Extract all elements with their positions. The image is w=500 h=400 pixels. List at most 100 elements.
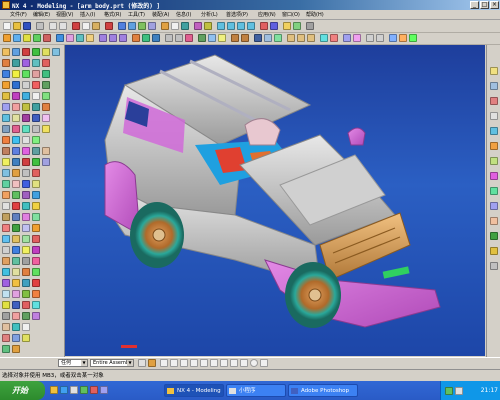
show-icon[interactable] bbox=[376, 34, 384, 42]
tool-icon[interactable] bbox=[42, 70, 50, 78]
tool-icon[interactable] bbox=[32, 92, 40, 100]
menu-preferences[interactable]: 首选项(P) bbox=[226, 11, 248, 18]
tool-icon[interactable] bbox=[12, 202, 20, 210]
trim-icon[interactable] bbox=[132, 34, 140, 42]
tool-icon[interactable] bbox=[22, 114, 30, 122]
hole-icon[interactable] bbox=[56, 34, 64, 42]
tool-icon[interactable] bbox=[12, 114, 20, 122]
tool-icon[interactable] bbox=[2, 81, 10, 89]
tool-icon[interactable] bbox=[22, 136, 30, 144]
redo-icon[interactable] bbox=[59, 22, 67, 30]
palette-tab-icon[interactable] bbox=[490, 247, 498, 255]
tool-icon[interactable] bbox=[32, 180, 40, 188]
tool-icon[interactable] bbox=[2, 103, 10, 111]
tool-icon[interactable] bbox=[22, 301, 30, 309]
tool-icon[interactable] bbox=[12, 213, 20, 221]
hd3d-tab-icon[interactable] bbox=[490, 112, 498, 120]
tool-icon[interactable] bbox=[12, 312, 20, 320]
analysis-icon[interactable] bbox=[320, 34, 328, 42]
unite-icon[interactable] bbox=[99, 34, 107, 42]
menu-application[interactable]: 应用(N) bbox=[258, 11, 276, 18]
view-right-icon[interactable] bbox=[237, 22, 245, 30]
fit-view-icon[interactable] bbox=[118, 22, 126, 30]
maximize-button[interactable]: □ bbox=[480, 1, 489, 9]
tool-icon[interactable] bbox=[12, 92, 20, 100]
color-icon[interactable] bbox=[194, 22, 202, 30]
tool-icon[interactable] bbox=[22, 235, 30, 243]
scope-select[interactable]: Entire Assembl ▼ bbox=[90, 359, 134, 367]
part-navigator-tab-icon[interactable] bbox=[490, 82, 498, 90]
tool-icon[interactable] bbox=[2, 125, 10, 133]
quick-launch-icon[interactable] bbox=[50, 386, 58, 394]
tool-icon[interactable] bbox=[22, 147, 30, 155]
tool-icon[interactable] bbox=[32, 312, 40, 320]
menu-format[interactable]: 格式(R) bbox=[104, 11, 121, 18]
tool-icon[interactable] bbox=[22, 246, 30, 254]
tool-icon[interactable] bbox=[22, 81, 30, 89]
mid-point-icon[interactable] bbox=[170, 359, 178, 367]
tool-icon[interactable] bbox=[12, 169, 20, 177]
tool-icon[interactable] bbox=[12, 103, 20, 111]
tool-icon[interactable] bbox=[32, 279, 40, 287]
object-display-icon[interactable] bbox=[353, 34, 361, 42]
tool-icon[interactable] bbox=[12, 246, 20, 254]
snap-point-icon[interactable] bbox=[148, 359, 156, 367]
tool-icon[interactable] bbox=[2, 48, 10, 56]
tool-icon[interactable] bbox=[22, 191, 30, 199]
tool-icon[interactable] bbox=[22, 279, 30, 287]
quick-launch-icon[interactable] bbox=[90, 386, 98, 394]
tool-icon[interactable] bbox=[12, 279, 20, 287]
quadrant-icon[interactable] bbox=[210, 359, 218, 367]
end-point-icon[interactable] bbox=[160, 359, 168, 367]
tool-icon[interactable] bbox=[42, 81, 50, 89]
spline-icon[interactable] bbox=[297, 34, 305, 42]
expression-icon[interactable] bbox=[254, 34, 262, 42]
tool-icon[interactable] bbox=[32, 235, 40, 243]
tool-icon[interactable] bbox=[12, 323, 20, 331]
pattern-icon[interactable] bbox=[86, 34, 94, 42]
task-nx[interactable]: NX 4 - Modeling bbox=[164, 384, 224, 397]
tool-icon[interactable] bbox=[32, 246, 40, 254]
arc-center-icon[interactable] bbox=[200, 359, 208, 367]
network-icon[interactable] bbox=[445, 387, 453, 395]
extrude-icon[interactable] bbox=[3, 34, 11, 42]
manufacturing-wizards-tab-icon[interactable] bbox=[490, 187, 498, 195]
close-button[interactable]: × bbox=[490, 1, 499, 9]
web-browser-tab-icon[interactable] bbox=[490, 127, 498, 135]
tool-icon[interactable] bbox=[2, 92, 10, 100]
shell-icon[interactable] bbox=[66, 34, 74, 42]
menu-analysis[interactable]: 分析(L) bbox=[201, 11, 218, 18]
suppress-icon[interactable] bbox=[241, 34, 249, 42]
tool-icon[interactable] bbox=[22, 125, 30, 133]
wireframe-icon[interactable] bbox=[171, 22, 179, 30]
tool-icon[interactable] bbox=[22, 257, 30, 265]
tool-icon[interactable] bbox=[22, 323, 30, 331]
layer-icon[interactable] bbox=[181, 22, 189, 30]
visual-effects-tab-icon[interactable] bbox=[490, 262, 498, 270]
tool-icon[interactable] bbox=[2, 279, 10, 287]
tool-icon[interactable] bbox=[12, 191, 20, 199]
arc-icon[interactable] bbox=[307, 34, 315, 42]
tool-icon[interactable] bbox=[12, 268, 20, 276]
new-file-icon[interactable] bbox=[3, 22, 11, 30]
mirror-icon[interactable] bbox=[76, 34, 84, 42]
tool-icon[interactable] bbox=[42, 59, 50, 67]
tool-icon[interactable] bbox=[42, 158, 50, 166]
tool-icon[interactable] bbox=[12, 125, 20, 133]
menu-insert[interactable]: 插入(I) bbox=[80, 11, 95, 18]
offset-icon[interactable] bbox=[142, 34, 150, 42]
type-filter-select[interactable]: 任何 ▼ bbox=[58, 359, 88, 367]
surface-icon[interactable] bbox=[185, 34, 193, 42]
system-scenes-tab-icon[interactable] bbox=[490, 217, 498, 225]
revolve-icon[interactable] bbox=[13, 34, 21, 42]
assembly-navigator-icon[interactable] bbox=[274, 34, 282, 42]
tool-icon[interactable] bbox=[12, 136, 20, 144]
circle-snap-icon[interactable] bbox=[250, 359, 258, 367]
tool-icon[interactable] bbox=[22, 202, 30, 210]
undo-icon[interactable] bbox=[49, 22, 57, 30]
tool-icon[interactable] bbox=[12, 59, 20, 67]
view-front-icon[interactable] bbox=[217, 22, 225, 30]
tool-icon[interactable] bbox=[32, 257, 40, 265]
menu-edit[interactable]: 编辑(E) bbox=[33, 11, 50, 18]
tool-icon[interactable] bbox=[2, 70, 10, 78]
